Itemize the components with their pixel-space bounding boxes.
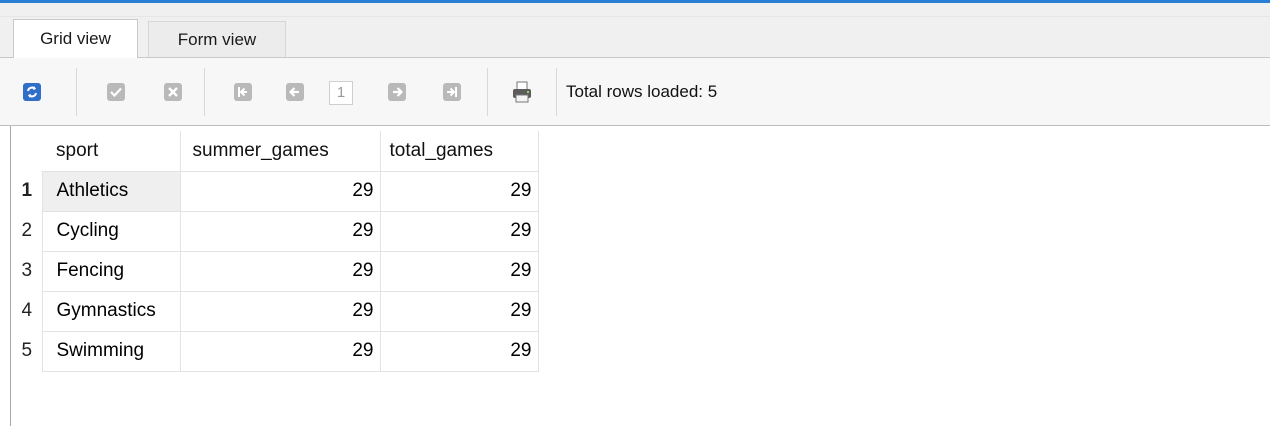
refresh-icon bbox=[23, 83, 41, 101]
grid-left-border bbox=[10, 126, 11, 426]
cell-sport[interactable]: Athletics bbox=[41, 170, 181, 212]
results-grid: sport summer_games total_games 1 Athleti… bbox=[12, 131, 539, 372]
commit-icon bbox=[107, 83, 125, 101]
toolbar-separator bbox=[556, 68, 557, 116]
rollback-icon bbox=[164, 83, 182, 101]
row-number[interactable]: 2 bbox=[12, 211, 42, 251]
status-text: Total rows loaded: 5 bbox=[566, 82, 718, 101]
results-grid-area: sport summer_games total_games 1 Athleti… bbox=[0, 126, 1270, 426]
cell-sport[interactable]: Swimming bbox=[41, 330, 181, 372]
column-header-sport[interactable]: sport bbox=[42, 131, 181, 171]
next-page-button[interactable] bbox=[387, 82, 407, 102]
cell-total-games[interactable]: 29 bbox=[379, 210, 539, 252]
row-number[interactable]: 1 bbox=[12, 171, 42, 211]
grid-toolbar: 1 Total rows loaded: 5 bbox=[0, 58, 1270, 126]
previous-page-icon bbox=[286, 83, 304, 101]
table-row[interactable]: 1 Athletics 29 29 bbox=[12, 170, 539, 212]
previous-page-button[interactable] bbox=[285, 82, 305, 102]
first-page-button[interactable] bbox=[233, 82, 253, 102]
cell-summer-games[interactable]: 29 bbox=[179, 330, 381, 372]
refresh-button[interactable] bbox=[22, 82, 42, 102]
cell-sport[interactable]: Fencing bbox=[41, 250, 181, 292]
cell-total-games[interactable]: 29 bbox=[379, 330, 539, 372]
print-button[interactable] bbox=[510, 80, 534, 104]
table-row[interactable]: 4 Gymnastics 29 29 bbox=[12, 290, 539, 332]
first-page-icon bbox=[234, 83, 252, 101]
tab-grid-view[interactable]: Grid view bbox=[13, 19, 138, 59]
cell-total-games[interactable]: 29 bbox=[379, 170, 539, 212]
cell-summer-games[interactable]: 29 bbox=[179, 290, 381, 332]
toolbar-separator bbox=[204, 68, 205, 116]
page-number-box[interactable]: 1 bbox=[329, 81, 353, 105]
cell-total-games[interactable]: 29 bbox=[379, 250, 539, 292]
view-tabs: Grid view Form view bbox=[0, 17, 1270, 59]
next-page-icon bbox=[388, 83, 406, 101]
table-row[interactable]: 5 Swimming 29 29 bbox=[12, 330, 539, 372]
last-page-button[interactable] bbox=[442, 82, 462, 102]
cell-summer-games[interactable]: 29 bbox=[179, 210, 381, 252]
cell-summer-games[interactable]: 29 bbox=[179, 250, 381, 292]
cell-total-games[interactable]: 29 bbox=[379, 290, 539, 332]
toolbar-separator bbox=[487, 68, 488, 116]
row-number[interactable]: 3 bbox=[12, 251, 42, 291]
table-row[interactable]: 2 Cycling 29 29 bbox=[12, 210, 539, 252]
cell-sport[interactable]: Cycling bbox=[41, 210, 181, 252]
window-top-bar bbox=[0, 3, 1270, 17]
row-number-header bbox=[12, 131, 42, 171]
tab-form-view[interactable]: Form view bbox=[148, 21, 286, 57]
column-header-total-games[interactable]: total_games bbox=[380, 131, 539, 171]
column-header-summer-games[interactable]: summer_games bbox=[180, 131, 381, 171]
last-page-icon bbox=[443, 83, 461, 101]
cell-summer-games[interactable]: 29 bbox=[179, 170, 381, 212]
toolbar-separator bbox=[76, 68, 77, 116]
grid-header-row: sport summer_games total_games bbox=[12, 131, 539, 171]
table-row[interactable]: 3 Fencing 29 29 bbox=[12, 250, 539, 292]
cell-sport[interactable]: Gymnastics bbox=[41, 290, 181, 332]
print-icon bbox=[513, 81, 531, 103]
rollback-button[interactable] bbox=[163, 82, 183, 102]
row-number[interactable]: 5 bbox=[12, 331, 42, 371]
row-number[interactable]: 4 bbox=[12, 291, 42, 331]
commit-button[interactable] bbox=[106, 82, 126, 102]
